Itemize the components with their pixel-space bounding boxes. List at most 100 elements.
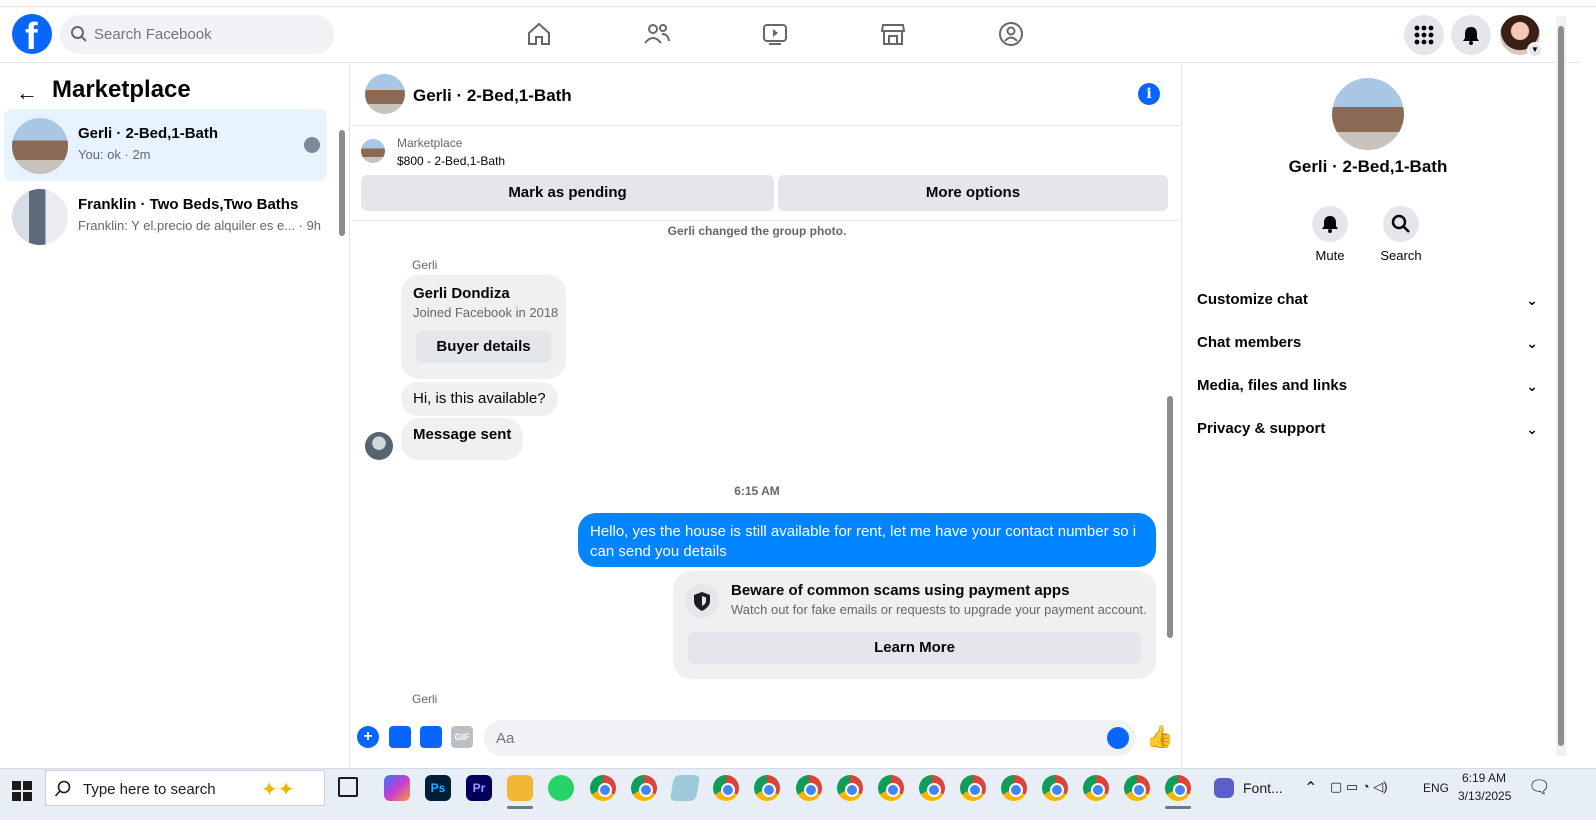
buyer-details-button[interactable]: Buyer details <box>416 331 551 363</box>
clock-date[interactable]: 3/13/2025 <box>1458 789 1511 803</box>
chevron-down-icon: ⌄ <box>1526 378 1538 394</box>
chrome-icon[interactable] <box>754 775 780 801</box>
mute-label: Mute <box>1315 248 1345 263</box>
profile-joined: Joined Facebook in 2018 <box>413 305 559 320</box>
chrome-icon[interactable] <box>960 775 986 801</box>
chrome-icon[interactable] <box>1042 775 1068 801</box>
panel-title: Marketplace <box>52 76 191 103</box>
chrome-icon[interactable] <box>631 775 657 801</box>
learn-more-button[interactable]: Learn More <box>688 632 1141 664</box>
message-input[interactable] <box>484 720 1136 756</box>
chevron-down-icon: ⌄ <box>1526 421 1538 437</box>
thumbs-up-icon[interactable]: 👍 <box>1146 724 1173 750</box>
scam-title: Beware of common scams using payment app… <box>731 582 1070 599</box>
search-label: Search <box>1380 248 1422 263</box>
chat-list-item[interactable]: Gerli · 2-Bed,1-Bath You: ok · 2m <box>4 109 327 181</box>
chat-name: Gerli · 2-Bed,1-Bath <box>78 125 219 142</box>
top-navigation-bar: f ▼ <box>0 7 1580 63</box>
chat-list-item[interactable]: Franklin · Two Beds,Two Baths Franklin: … <box>4 180 327 252</box>
notifications-button[interactable] <box>1451 15 1491 55</box>
bell-icon <box>1463 27 1479 45</box>
photoshop-icon[interactable]: Ps <box>425 775 451 801</box>
premiere-icon[interactable]: Pr <box>466 775 492 801</box>
profile-card: Gerli Dondiza Joined Facebook in 2018 Bu… <box>401 275 566 379</box>
notification-center-icon[interactable]: 🗨 <box>1528 777 1551 798</box>
sticker-icon[interactable] <box>420 726 442 748</box>
bell-icon <box>1312 206 1348 242</box>
message-timestamp: 6:15 AM <box>734 484 780 498</box>
conversation-avatar[interactable] <box>365 74 405 114</box>
thread-scrollbar[interactable] <box>1165 224 1175 704</box>
chrome-icon[interactable] <box>1124 775 1150 801</box>
plus-icon[interactable]: + <box>357 726 379 748</box>
search-icon <box>71 26 87 42</box>
back-arrow-icon[interactable]: ← <box>16 80 38 106</box>
chrome-icon[interactable] <box>837 775 863 801</box>
chat-preview: You: ok · 2m <box>78 147 151 162</box>
chat-members-row[interactable]: Chat members ⌄ <box>1197 323 1542 363</box>
info-icon[interactable]: i <box>1138 83 1160 105</box>
sparkle-icon: ✦✦ <box>261 779 295 801</box>
home-icon[interactable] <box>524 19 554 49</box>
clock-time[interactable]: 6:19 AM <box>1462 771 1506 785</box>
conversation-header: Gerli · 2-Bed,1-Bath i <box>351 64 1180 126</box>
emoji-icon[interactable] <box>1107 727 1129 749</box>
chrome-icon[interactable] <box>1165 775 1191 801</box>
gif-icon[interactable]: GIF <box>451 726 473 748</box>
chrome-icon[interactable] <box>713 775 739 801</box>
app-icon[interactable] <box>669 775 701 801</box>
photo-icon[interactable] <box>389 726 411 748</box>
profile-name: Gerli Dondiza <box>413 285 510 302</box>
task-view-icon[interactable] <box>338 777 358 797</box>
details-avatar[interactable] <box>1332 78 1404 150</box>
search-bar[interactable] <box>60 15 334 54</box>
marketplace-icon[interactable] <box>878 19 908 49</box>
shield-icon <box>685 584 719 618</box>
privacy-support-row[interactable]: Privacy & support ⌄ <box>1197 409 1542 449</box>
chrome-icon[interactable] <box>1083 775 1109 801</box>
mute-button[interactable]: Mute <box>1295 206 1365 263</box>
chrome-icon[interactable] <box>590 775 616 801</box>
page-scrollbar[interactable] <box>1556 16 1566 756</box>
profile-avatar[interactable]: ▼ <box>1500 15 1543 58</box>
chrome-icon[interactable] <box>796 775 822 801</box>
friends-icon[interactable] <box>642 19 672 49</box>
conversation-title[interactable]: Gerli · 2-Bed,1-Bath <box>413 86 572 106</box>
mark-pending-button[interactable]: Mark as pending <box>361 175 774 211</box>
chrome-icon[interactable] <box>1001 775 1027 801</box>
chat-name: Franklin · Two Beds,Two Baths <box>78 196 299 213</box>
taskbar-search[interactable]: Type here to search ✦✦ <box>45 770 325 806</box>
media-files-links-row[interactable]: Media, files and links ⌄ <box>1197 366 1542 406</box>
chat-preview: Franklin: Y el.precio de alquiler es e..… <box>78 218 322 233</box>
incoming-message: Message sent <box>401 418 524 460</box>
sender-avatar <box>365 432 393 460</box>
groups-icon[interactable] <box>996 19 1026 49</box>
whatsapp-icon[interactable] <box>548 775 574 801</box>
windows-start-icon[interactable] <box>12 781 32 801</box>
scam-warning-card: Beware of common scams using payment app… <box>673 571 1156 679</box>
sender-name: Gerli <box>412 258 438 272</box>
menu-grid-button[interactable] <box>1404 15 1444 55</box>
tray-icons[interactable]: ▢ ▭ ◔ ◁) <box>1330 779 1388 795</box>
scam-subtitle: Watch out for fake emails or requests to… <box>731 602 1147 617</box>
chat-list-scrollbar[interactable] <box>338 120 346 290</box>
customize-chat-row[interactable]: Customize chat ⌄ <box>1197 280 1542 320</box>
font-app-label[interactable]: Font... <box>1243 780 1283 796</box>
listing-thumbnail <box>12 189 68 245</box>
language-indicator[interactable]: ENG <box>1423 781 1449 795</box>
listing-thumbnail <box>12 118 68 174</box>
chrome-icon[interactable] <box>919 775 945 801</box>
listing-price[interactable]: $800 - 2-Bed,1-Bath <box>397 154 505 168</box>
facebook-logo-icon[interactable]: f <box>12 14 52 58</box>
file-explorer-icon[interactable] <box>507 775 533 801</box>
font-app-icon[interactable] <box>1214 778 1234 798</box>
chevron-up-icon[interactable]: ⌃ <box>1304 778 1317 798</box>
chrome-icon[interactable] <box>878 775 904 801</box>
video-icon[interactable] <box>760 19 790 49</box>
section-label: Media, files and links <box>1197 377 1348 394</box>
message-thread: Gerli changed the group photo. Gerli Ger… <box>351 222 1180 712</box>
search-input[interactable] <box>94 15 324 54</box>
search-conversation-button[interactable]: Search <box>1366 206 1436 263</box>
more-options-button[interactable]: More options <box>778 175 1168 211</box>
copilot-icon[interactable] <box>384 775 410 801</box>
